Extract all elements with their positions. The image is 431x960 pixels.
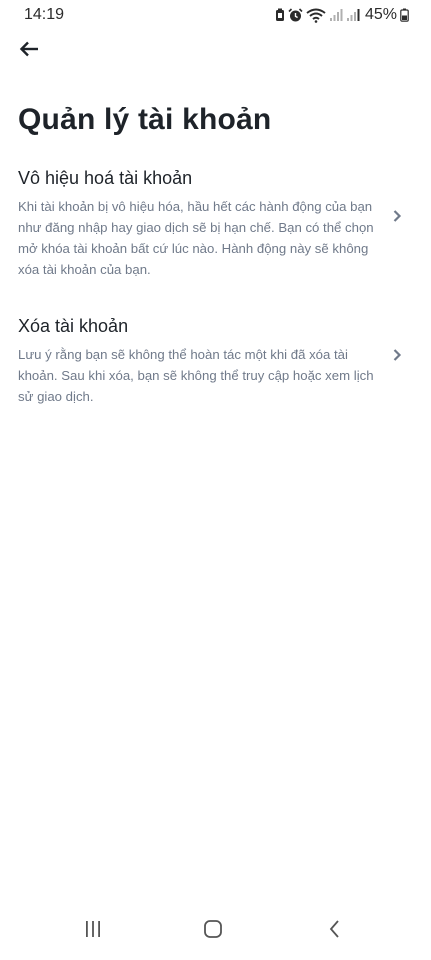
arrow-left-icon — [19, 41, 39, 62]
page-title: Quản lý tài khoản — [18, 103, 272, 136]
chevron-right-icon — [390, 348, 404, 362]
status-icons: 45% — [275, 6, 409, 24]
battery-saver-icon — [275, 8, 285, 22]
wifi-icon — [306, 8, 326, 23]
status-bar: 14:19 45% — [0, 0, 431, 30]
option-description: Lưu ý rằng bạn sẽ không thể hoàn tác một… — [18, 347, 374, 404]
recents-button[interactable] — [78, 918, 108, 944]
delete-account-option[interactable]: Xóa tài khoản Lưu ý rằng bạn sẽ không th… — [0, 314, 431, 404]
option-title: Xóa tài khoản — [18, 316, 129, 336]
back-nav-button[interactable] — [320, 918, 350, 944]
home-icon — [203, 919, 223, 944]
home-button[interactable] — [198, 918, 228, 944]
option-description: Khi tài khoản bị vô hiệu hóa, hầu hết cá… — [18, 199, 374, 277]
battery-icon — [400, 8, 409, 22]
option-title: Vô hiệu hoá tài khoản — [18, 168, 193, 188]
back-icon — [328, 919, 342, 944]
deactivate-account-option[interactable]: Vô hiệu hoá tài khoản Khi tài khoản bị v… — [0, 166, 431, 277]
battery-percentage: 45% — [364, 6, 397, 23]
recents-icon — [83, 920, 103, 943]
status-time: 14:19 — [24, 6, 65, 23]
back-button[interactable] — [14, 36, 44, 66]
alarm-icon — [288, 7, 303, 23]
signal-icon-2 — [346, 8, 360, 22]
chevron-right-icon — [390, 209, 404, 223]
system-nav-bar — [0, 908, 431, 960]
signal-icon — [329, 8, 343, 22]
